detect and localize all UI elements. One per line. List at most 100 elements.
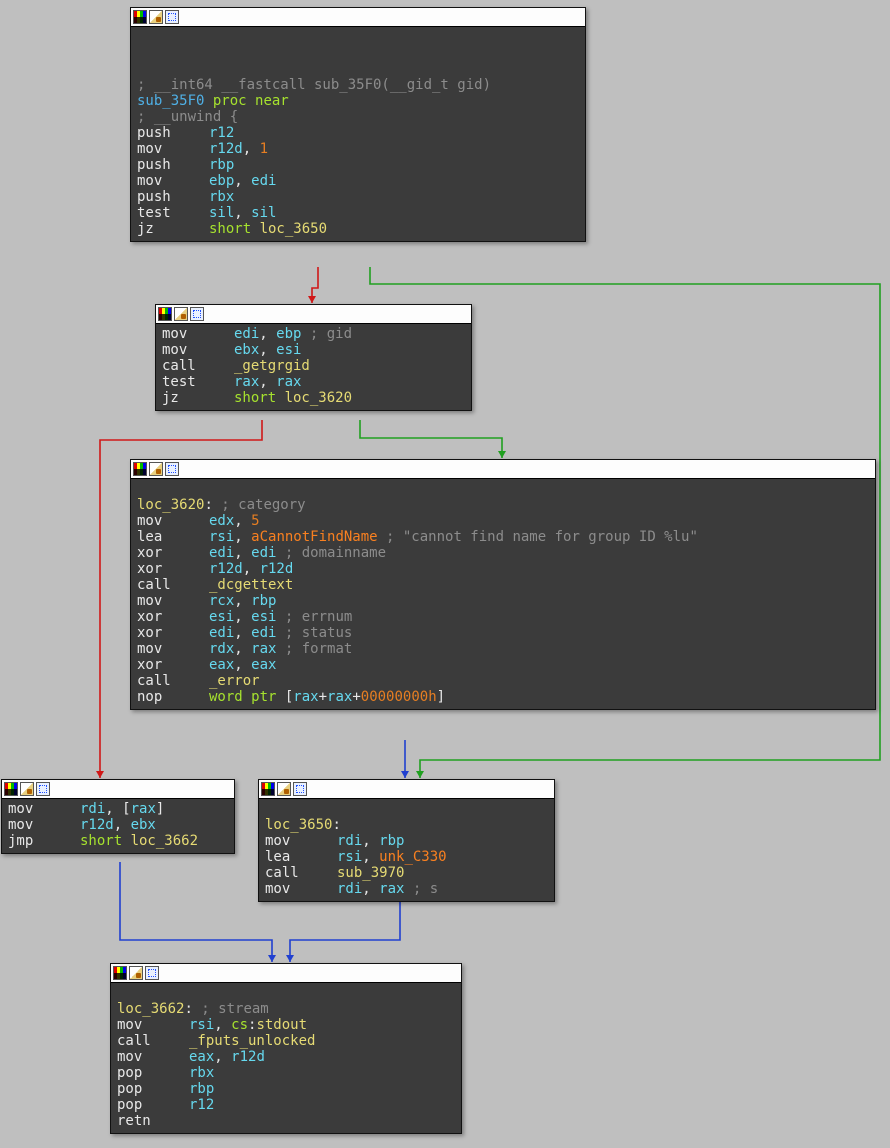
code-line[interactable]: ; __unwind {: [137, 109, 579, 125]
pal-icon[interactable]: [133, 462, 147, 476]
edge: [290, 898, 400, 962]
titlebar[interactable]: [2, 780, 234, 799]
token-mn: ,: [234, 545, 251, 561]
token-mn: jz: [162, 390, 234, 406]
code-block[interactable]: ; __int64 __fastcall sub_35F0(__gid_t gi…: [131, 27, 585, 241]
code-line[interactable]: movebp, edi: [137, 173, 579, 189]
code-line[interactable]: call_dcgettext: [137, 577, 869, 593]
code-line[interactable]: movrcx, rbp: [137, 593, 869, 609]
token-cm: ; category: [213, 497, 306, 513]
code-line[interactable]: movrdi, rax ; s: [265, 881, 548, 897]
code-line[interactable]: xoredi, edi ; status: [137, 625, 869, 641]
code-line[interactable]: learsi, aCannotFindName ; "cannot find n…: [137, 529, 869, 545]
code-line[interactable]: movr12d, 1: [137, 141, 579, 157]
token-reg: eax: [189, 1049, 214, 1065]
code-line[interactable]: moveax, r12d: [117, 1049, 455, 1065]
token-mn: ,: [243, 561, 260, 577]
code-line[interactable]: movrdi, [rax]: [8, 801, 228, 817]
code-line[interactable]: [265, 801, 548, 817]
code-line[interactable]: [117, 985, 455, 1001]
edit-icon[interactable]: [20, 782, 34, 796]
titlebar[interactable]: [111, 964, 461, 983]
code-block[interactable]: movrdi, [rax]movr12d, ebxjmpshort loc_36…: [2, 799, 234, 853]
edit-icon[interactable]: [149, 462, 163, 476]
code-line[interactable]: testsil, sil: [137, 205, 579, 221]
token-reg: r12: [189, 1097, 214, 1113]
code-line[interactable]: call_fputs_unlocked: [117, 1033, 455, 1049]
code-block[interactable]: loc_3620: ; categorymovedx, 5learsi, aCa…: [131, 479, 875, 709]
pal-icon[interactable]: [113, 966, 127, 980]
bb-n5[interactable]: loc_3662: ; streammovrsi, cs:stdoutcall_…: [110, 963, 462, 1134]
titlebar[interactable]: [156, 305, 471, 324]
code-block[interactable]: loc_3650:movrdi, rbplearsi, unk_C330call…: [259, 799, 554, 901]
code-line[interactable]: xoresi, esi ; errnum: [137, 609, 869, 625]
titlebar[interactable]: [259, 780, 554, 799]
code-line[interactable]: pushr12: [137, 125, 579, 141]
token-mn: ,: [234, 529, 251, 545]
code-block[interactable]: loc_3662: ; streammovrsi, cs:stdoutcall_…: [111, 983, 461, 1133]
code-line[interactable]: retn: [117, 1113, 455, 1129]
bb-n3[interactable]: movrdi, [rax]movr12d, ebxjmpshort loc_36…: [1, 779, 235, 854]
code-line[interactable]: movebx, esi: [162, 342, 465, 358]
code-line[interactable]: loc_3620: ; category: [137, 497, 869, 513]
titlebar[interactable]: [131, 460, 875, 479]
token-mn: mov: [8, 817, 80, 833]
pal-icon[interactable]: [133, 10, 147, 24]
code-line[interactable]: [137, 61, 579, 77]
code-line[interactable]: movrdx, rax ; format: [137, 641, 869, 657]
code-line[interactable]: poprbx: [117, 1065, 455, 1081]
code-line[interactable]: call_error: [137, 673, 869, 689]
edit-icon[interactable]: [277, 782, 291, 796]
code-line[interactable]: jzshort loc_3650: [137, 221, 579, 237]
edit-icon[interactable]: [174, 307, 188, 321]
code-line[interactable]: movr12d, ebx: [8, 817, 228, 833]
code-line[interactable]: testrax, rax: [162, 374, 465, 390]
code-line[interactable]: call_getgrgid: [162, 358, 465, 374]
code-line[interactable]: ; __int64 __fastcall sub_35F0(__gid_t gi…: [137, 77, 579, 93]
code-line[interactable]: pushrbx: [137, 189, 579, 205]
token-reg: rax: [234, 374, 259, 390]
pal-icon[interactable]: [4, 782, 18, 796]
chip-icon[interactable]: [145, 966, 159, 980]
chip-icon[interactable]: [190, 307, 204, 321]
token-mn: call: [137, 577, 209, 593]
code-line[interactable]: loc_3650:: [265, 817, 548, 833]
chip-icon[interactable]: [165, 10, 179, 24]
bb-n2[interactable]: loc_3620: ; categorymovedx, 5learsi, aCa…: [130, 459, 876, 710]
edit-icon[interactable]: [129, 966, 143, 980]
titlebar[interactable]: [131, 8, 585, 27]
pal-icon[interactable]: [261, 782, 275, 796]
code-line[interactable]: popr12: [117, 1097, 455, 1113]
code-line[interactable]: learsi, unk_C330: [265, 849, 548, 865]
code-line[interactable]: [137, 481, 869, 497]
code-line[interactable]: xorr12d, r12d: [137, 561, 869, 577]
code-line[interactable]: [137, 29, 579, 45]
code-line[interactable]: poprbp: [117, 1081, 455, 1097]
code-line[interactable]: jzshort loc_3620: [162, 390, 465, 406]
code-line[interactable]: callsub_3970: [265, 865, 548, 881]
chip-icon[interactable]: [165, 462, 179, 476]
code-line[interactable]: pushrbp: [137, 157, 579, 173]
bb-n1[interactable]: movedi, ebp ; gidmovebx, esicall_getgrgi…: [155, 304, 472, 411]
code-line[interactable]: nopword ptr [rax+rax+00000000h]: [137, 689, 869, 705]
code-line[interactable]: xoreax, eax: [137, 657, 869, 673]
token-fn: short: [80, 833, 131, 849]
token-mn: push: [137, 125, 209, 141]
code-line[interactable]: movedi, ebp ; gid: [162, 326, 465, 342]
chip-icon[interactable]: [293, 782, 307, 796]
code-line[interactable]: movrsi, cs:stdout: [117, 1017, 455, 1033]
bb-n4[interactable]: loc_3650:movrdi, rbplearsi, unk_C330call…: [258, 779, 555, 902]
code-block[interactable]: movedi, ebp ; gidmovebx, esicall_getgrgi…: [156, 324, 471, 410]
chip-icon[interactable]: [36, 782, 50, 796]
pal-icon[interactable]: [158, 307, 172, 321]
code-line[interactable]: jmpshort loc_3662: [8, 833, 228, 849]
code-line[interactable]: loc_3662: ; stream: [117, 1001, 455, 1017]
code-line[interactable]: [137, 45, 579, 61]
code-line[interactable]: movrdi, rbp: [265, 833, 548, 849]
code-line[interactable]: xoredi, edi ; domainname: [137, 545, 869, 561]
bb-n0[interactable]: ; __int64 __fastcall sub_35F0(__gid_t gi…: [130, 7, 586, 242]
code-line[interactable]: movedx, 5: [137, 513, 869, 529]
code-line[interactable]: sub_35F0 proc near: [137, 93, 579, 109]
token-mn: pop: [117, 1081, 189, 1097]
edit-icon[interactable]: [149, 10, 163, 24]
